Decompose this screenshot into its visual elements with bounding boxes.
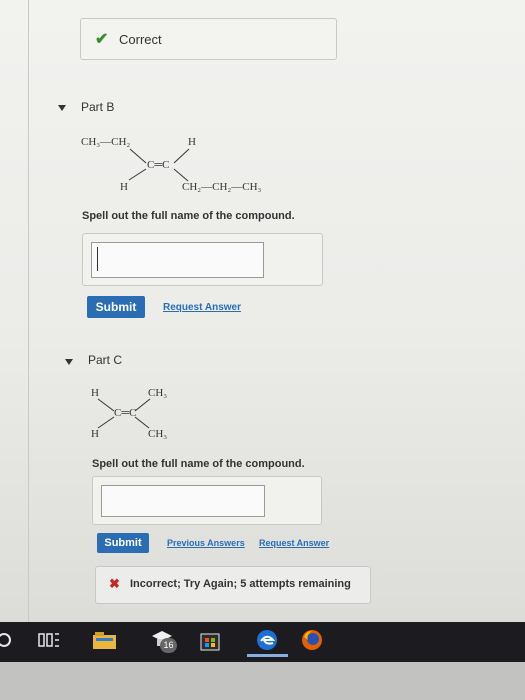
part-b-top-left-group: CH₃—CH₂ — [81, 136, 131, 148]
part-c-structure: H CH₃ C═C H CH₃ — [88, 386, 198, 442]
part-c-collapse-toggle[interactable] — [65, 359, 73, 365]
task-view-icon[interactable] — [38, 631, 60, 657]
part-b-prompt: Spell out the full name of the compound. — [82, 210, 295, 222]
part-b-submit-button[interactable]: Submit — [87, 296, 145, 318]
device-bezel — [0, 662, 525, 700]
incorrect-feedback: ✖ Incorrect; Try Again; 5 attempts remai… — [95, 566, 371, 604]
part-b-answer-input[interactable] — [91, 242, 264, 278]
part-b-bottom-right-group: CH₂—CH₂—CH₃ — [182, 181, 262, 193]
part-b-structure: CH₃—CH₂ H C═C H CH₂—CH₂—CH₃ — [78, 134, 318, 194]
part-c-top-left-group: H — [91, 387, 99, 399]
correct-text: Correct — [119, 32, 162, 47]
edge-icon[interactable] — [255, 628, 279, 654]
notification-badge: 16 — [160, 638, 177, 653]
part-c-bottom-left-group: H — [91, 428, 99, 440]
part-c-bottom-right-group: CH₃ — [148, 428, 168, 440]
part-c-request-answer-link[interactable]: Request Answer — [259, 538, 329, 548]
store-icon[interactable] — [198, 628, 222, 654]
firefox-icon[interactable] — [300, 628, 324, 654]
incorrect-text: Incorrect; Try Again; 5 attempts remaini… — [130, 578, 351, 590]
part-b-answer-box — [82, 233, 323, 286]
part-c-double-bond: C═C — [114, 407, 137, 419]
part-b-collapse-toggle[interactable] — [58, 105, 66, 111]
text-caret — [97, 247, 98, 271]
content-border — [28, 0, 29, 622]
power-icon[interactable] — [0, 630, 14, 656]
part-c-answer-box — [92, 476, 322, 525]
file-explorer-icon[interactable] — [92, 630, 118, 656]
part-b-top-right-group: H — [188, 136, 196, 148]
part-c-answer-input[interactable] — [101, 485, 265, 517]
part-b-title: Part B — [81, 100, 115, 114]
x-mark-icon: ✖ — [109, 576, 120, 591]
part-c-submit-button[interactable]: Submit — [97, 533, 149, 553]
active-app-indicator — [247, 654, 288, 657]
part-c-prompt: Spell out the full name of the compound. — [92, 458, 305, 470]
part-b-double-bond: C═C — [147, 159, 170, 171]
part-c-top-right-group: CH₃ — [148, 387, 168, 399]
checkmark-icon: ✔ — [95, 31, 109, 48]
page-background — [0, 0, 525, 622]
part-b-bottom-left-group: H — [120, 181, 128, 193]
part-c-previous-answers-link[interactable]: Previous Answers — [167, 538, 245, 548]
part-c-title: Part C — [88, 353, 123, 367]
correct-feedback: ✔ Correct — [80, 18, 337, 60]
part-b-request-answer-link[interactable]: Request Answer — [163, 302, 241, 313]
